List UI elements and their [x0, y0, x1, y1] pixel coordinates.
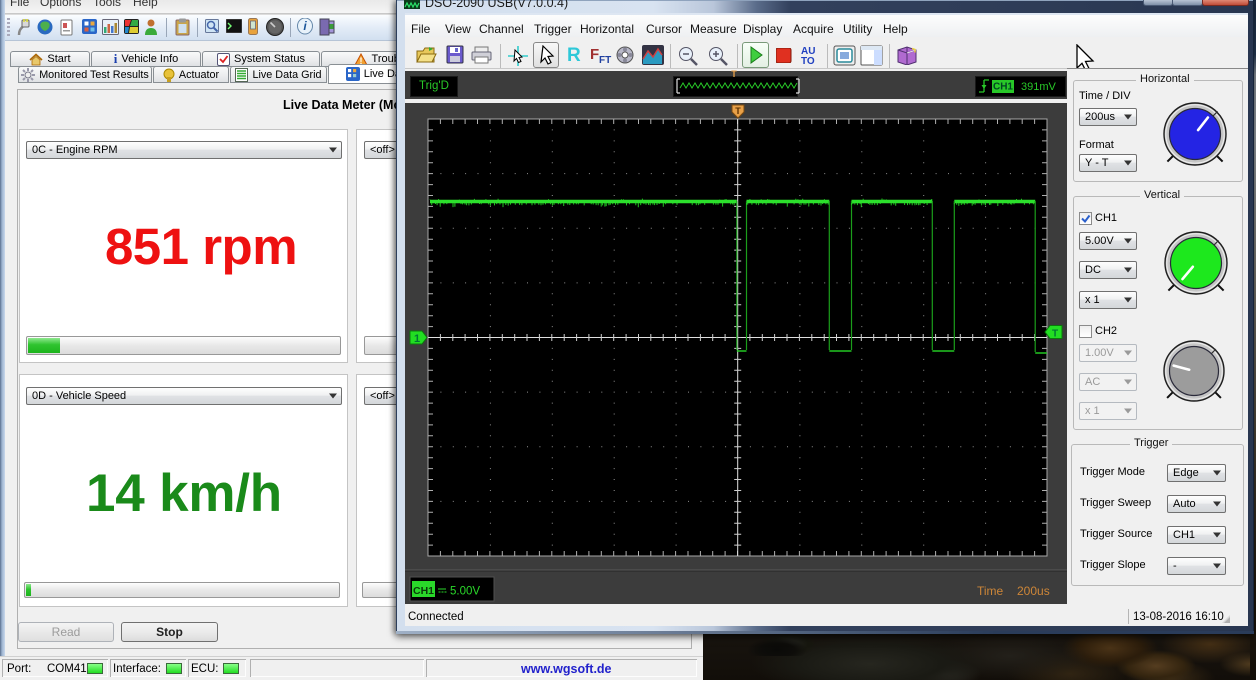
svg-text:T: T [731, 69, 737, 79]
svg-text:CH1: CH1 [993, 82, 1013, 93]
svg-text:391mV: 391mV [1021, 81, 1057, 93]
svg-text:5.00V: 5.00V [450, 586, 480, 598]
svg-text:TO: TO [801, 56, 815, 66]
svg-text:FT: FT [599, 55, 611, 65]
svg-text:T: T [1051, 329, 1057, 340]
svg-text:200us: 200us [1017, 584, 1050, 598]
svg-text:CH1: CH1 [412, 585, 433, 597]
svg-text:F: F [590, 46, 599, 63]
svg-text:T: T [735, 106, 741, 116]
svg-text:1: 1 [413, 333, 419, 345]
svg-text:Time: Time [977, 584, 1004, 598]
